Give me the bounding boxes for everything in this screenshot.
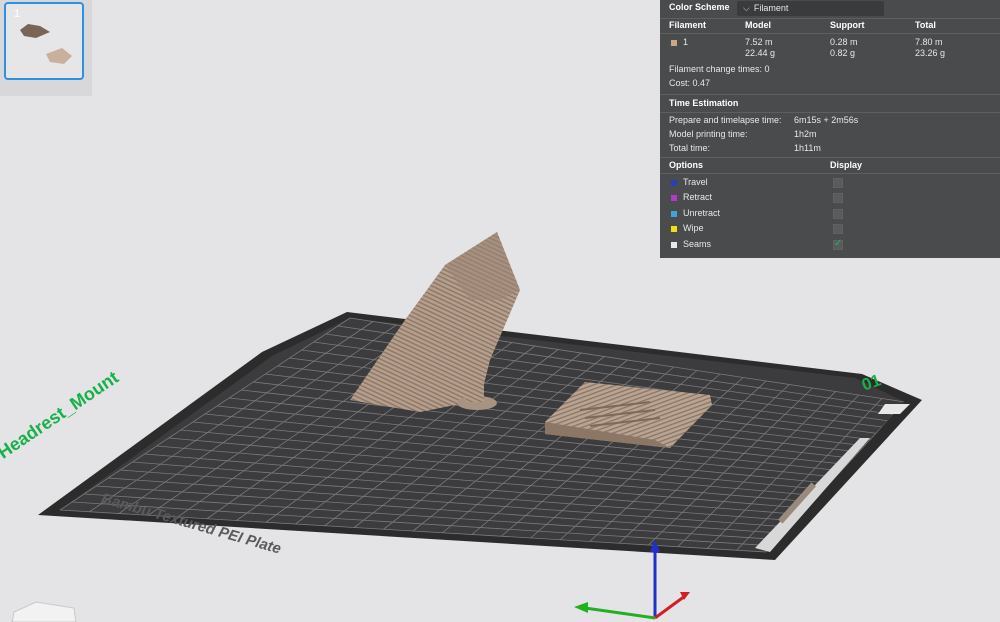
seams-display-checkbox[interactable] — [833, 238, 843, 250]
filament-id: 1 — [683, 37, 689, 47]
cost: Cost: 0.47 — [669, 78, 711, 88]
col-filament: Filament — [669, 20, 707, 30]
retract-display-checkbox[interactable] — [833, 193, 843, 203]
seams-color-swatch — [671, 242, 677, 248]
option-travel-label: Travel — [683, 177, 708, 187]
wipe-color-swatch — [671, 226, 677, 232]
options-header: Options — [669, 160, 703, 170]
travel-display-checkbox[interactable] — [833, 178, 843, 188]
total-time-value: 1h11m — [794, 143, 821, 153]
travel-color-swatch — [671, 180, 677, 186]
prepare-time-label: Prepare and timelapse time: — [669, 115, 782, 125]
model-length: 7.52 m — [745, 37, 773, 47]
col-model: Model — [745, 20, 771, 30]
time-estimation-header: Time Estimation — [669, 98, 739, 108]
prepare-time-value: 6m15s + 2m56s — [794, 115, 859, 125]
filament-color-swatch — [671, 40, 677, 46]
total-weight: 23.26 g — [915, 48, 946, 58]
view-cube[interactable] — [11, 601, 77, 622]
model-weight: 22.44 g — [745, 48, 776, 58]
support-weight: 0.82 g — [830, 48, 856, 58]
unretract-color-swatch — [671, 211, 677, 217]
chevron-down-icon: ⌵ — [743, 3, 750, 13]
option-retract-label: Retract — [683, 192, 713, 202]
support-length: 0.28 m — [830, 37, 858, 47]
filament-change-times: Filament change times: 0 — [669, 64, 770, 74]
model-time-label: Model printing time: — [669, 129, 748, 139]
wipe-display-checkbox[interactable] — [833, 224, 843, 234]
plate-thumbnail[interactable]: 1 — [4, 2, 84, 80]
color-scheme-label: Color Scheme — [669, 2, 730, 12]
thumbnail-preview-icon — [20, 24, 72, 64]
color-scheme-select[interactable]: ⌵ Filament — [737, 1, 884, 16]
plate-list: 1 — [0, 0, 92, 96]
option-wipe-label: Wipe — [683, 223, 704, 233]
color-scheme-value: Filament — [753, 3, 789, 13]
retract-color-swatch — [671, 195, 677, 201]
total-time-label: Total time: — [669, 143, 711, 153]
total-length: 7.80 m — [915, 37, 943, 47]
unretract-display-checkbox[interactable] — [833, 209, 843, 219]
col-total: Total — [915, 20, 936, 30]
model-time-value: 1h2m — [794, 129, 817, 139]
display-header: Display — [830, 160, 863, 170]
slice-info-panel: Color Scheme ⌵ Filament Filament Model Su… — [660, 0, 1000, 258]
col-support: Support — [830, 20, 865, 30]
option-seams-label: Seams — [683, 239, 712, 249]
option-unretract-label: Unretract — [683, 208, 721, 218]
